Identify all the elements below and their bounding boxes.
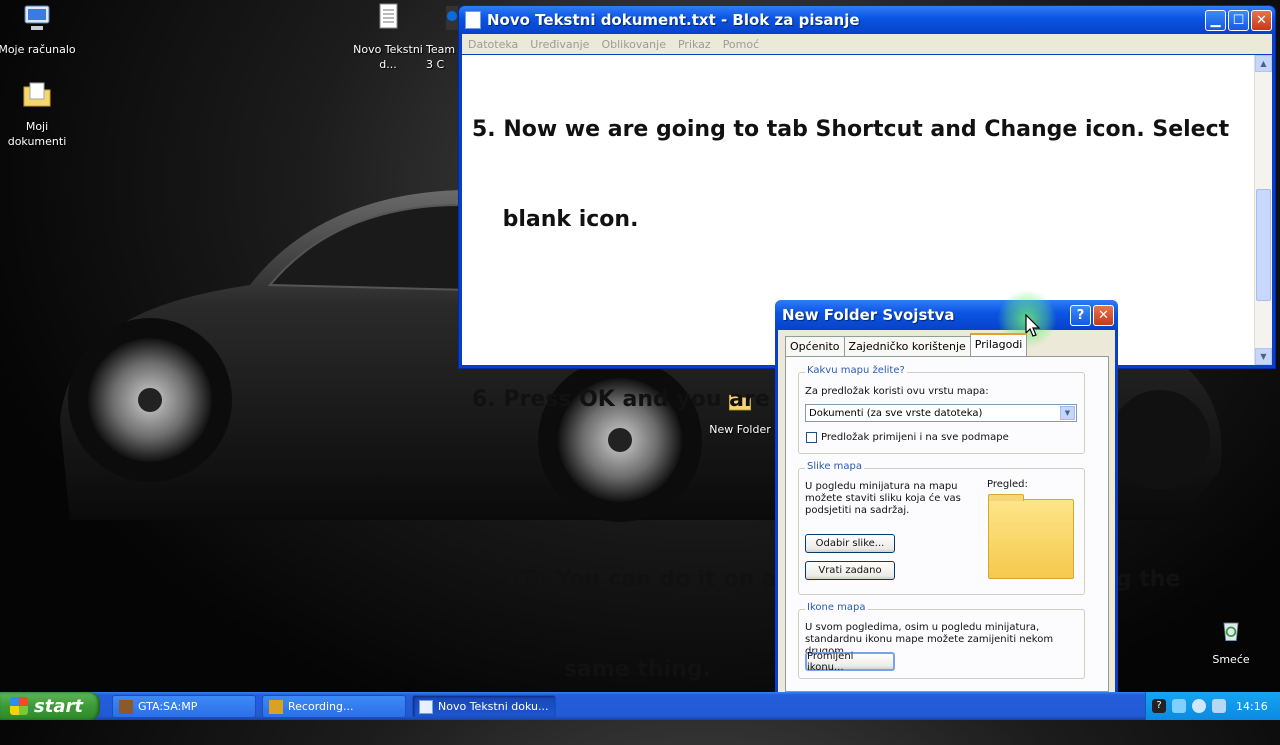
folder-properties-dialog[interactable]: New Folder Svojstva ? ✕ Općenito Zajedni…: [775, 300, 1118, 692]
mouse-cursor-icon: [1025, 314, 1041, 337]
desktop-icon-label: Team 3 C: [426, 43, 456, 71]
refresh-tray-icon[interactable]: [1192, 699, 1206, 713]
pictures-description: U pogledu minijatura na mapu možete stav…: [805, 481, 961, 516]
notepad-icon: [419, 699, 433, 714]
menu-help[interactable]: Pomoć: [723, 38, 759, 51]
notepad-app-icon: [465, 11, 481, 29]
network-tray-icon[interactable]: [1172, 699, 1186, 713]
desktop-icon-my-computer[interactable]: Moje računalo: [0, 2, 77, 57]
template-value: Dokumenti (za sve vrste datoteka): [809, 407, 983, 419]
taskbar-button-label: GTA:SA:MP: [138, 700, 198, 713]
desktop-icon-text-document[interactable]: Novo Tekstni d...: [348, 2, 428, 72]
folder-pictures-group: Slike mapa U pogledu minijatura na mapu …: [798, 461, 1085, 595]
taskbar: start GTA:SA:MP Recording... Novo Tekstn…: [0, 692, 1280, 720]
dialog-body: Općenito Zajedničko korištenje Prilagodi…: [778, 330, 1115, 692]
clock[interactable]: 14:16: [1236, 700, 1268, 713]
group-title: Kakvu mapu želite?: [805, 365, 907, 376]
help-icon: ?: [1076, 307, 1085, 323]
recorder-icon: [269, 699, 283, 714]
group-title: Ikone mapa: [805, 602, 868, 613]
tab-general[interactable]: Općenito: [785, 336, 845, 356]
chevron-down-icon[interactable]: ▼: [1060, 406, 1075, 420]
start-button[interactable]: start: [0, 692, 100, 720]
scroll-down-icon[interactable]: ▼: [1255, 348, 1272, 365]
system-tray: ? 14:16: [1145, 692, 1280, 720]
close-icon: ✕: [1098, 307, 1109, 323]
desktop-icon-label: Moje računalo: [0, 43, 76, 56]
menu-view[interactable]: Prikaz: [678, 38, 711, 51]
help-button[interactable]: ?: [1070, 304, 1091, 326]
text-line: 5. Now we are going to tab Shortcut and …: [472, 117, 1230, 142]
apply-subfolders-checkbox[interactable]: [806, 432, 817, 443]
tab-sharing[interactable]: Zajedničko korištenje: [843, 336, 971, 356]
maximize-icon: ☐: [1232, 12, 1245, 28]
close-button[interactable]: ✕: [1251, 9, 1272, 31]
dialog-tabs: Općenito Zajedničko korištenje Prilagodi: [785, 333, 1028, 356]
menu-format[interactable]: Oblikovanje: [601, 38, 666, 51]
notepad-title: Novo Tekstni dokument.txt - Blok za pisa…: [487, 11, 860, 29]
scroll-thumb[interactable]: [1256, 189, 1271, 301]
taskbar-button-recording[interactable]: Recording...: [262, 695, 406, 718]
template-label: Za predložak koristi ovu vrstu mapa:: [805, 386, 989, 397]
minimize-icon: ▁: [1210, 12, 1221, 28]
close-icon: ✕: [1256, 12, 1267, 28]
documents-folder-icon: [23, 82, 51, 107]
menu-file[interactable]: Datoteka: [468, 38, 518, 51]
folder-type-group: Kakvu mapu želite? Za predložak koristi …: [798, 365, 1085, 454]
maximize-button[interactable]: ☐: [1228, 9, 1249, 31]
change-icon-button[interactable]: Promijeni ikonu...: [805, 651, 895, 673]
menu-edit[interactable]: Uređivanje: [530, 38, 589, 51]
folder-icons-group: Ikone mapa U svom pogledima, osim u pogl…: [798, 602, 1085, 679]
windows-logo-icon: [10, 697, 28, 715]
restore-default-button[interactable]: Vrati zadano: [805, 561, 895, 580]
apply-subfolders-label[interactable]: Predložak primijeni i na sve podmape: [821, 432, 1009, 444]
taskbar-button-notepad[interactable]: Novo Tekstni doku...: [412, 695, 556, 718]
text-line: blank icon.: [472, 207, 639, 232]
text-file-icon: [379, 3, 398, 29]
desktop-icon-team[interactable]: Team 3 C: [420, 2, 460, 72]
gta-icon: [119, 699, 133, 714]
template-select[interactable]: Dokumenti (za sve vrste datoteka) ▼: [805, 404, 1077, 422]
folder-preview-image: [988, 494, 1074, 579]
scroll-up-icon[interactable]: ▲: [1255, 55, 1272, 72]
start-label: start: [34, 695, 83, 717]
desktop-icon-my-documents[interactable]: Moji dokumenti: [0, 79, 77, 149]
safely-remove-tray-icon[interactable]: [1212, 699, 1226, 713]
desktop-icon-label: Moji dokumenti: [7, 120, 67, 148]
choose-picture-button[interactable]: Odabir slike...: [805, 534, 895, 553]
group-title: Slike mapa: [805, 461, 865, 472]
dialog-close-button[interactable]: ✕: [1093, 304, 1114, 326]
customize-panel: Kakvu mapu želite? Za predložak koristi …: [785, 356, 1109, 692]
notepad-menu-bar: Datoteka Uređivanje Oblikovanje Prikaz P…: [462, 34, 1272, 54]
taskbar-button-gta[interactable]: GTA:SA:MP: [112, 695, 256, 718]
tab-customize[interactable]: Prilagodi: [969, 333, 1028, 356]
minimize-button[interactable]: ▁: [1205, 9, 1226, 31]
taskbar-button-label: Recording...: [288, 700, 354, 713]
taskbar-button-label: Novo Tekstni doku...: [438, 700, 549, 713]
dialog-title-bar[interactable]: New Folder Svojstva ? ✕: [775, 300, 1118, 330]
notepad-title-bar[interactable]: Novo Tekstni dokument.txt - Blok za pisa…: [459, 6, 1275, 34]
help-tray-icon[interactable]: ?: [1152, 699, 1166, 713]
vertical-scrollbar[interactable]: ▲ ▼: [1254, 55, 1272, 365]
computer-icon: [24, 5, 50, 30]
preview-label: Pregled:: [987, 479, 1028, 490]
desktop-icon-label: Novo Tekstni d...: [353, 43, 423, 71]
